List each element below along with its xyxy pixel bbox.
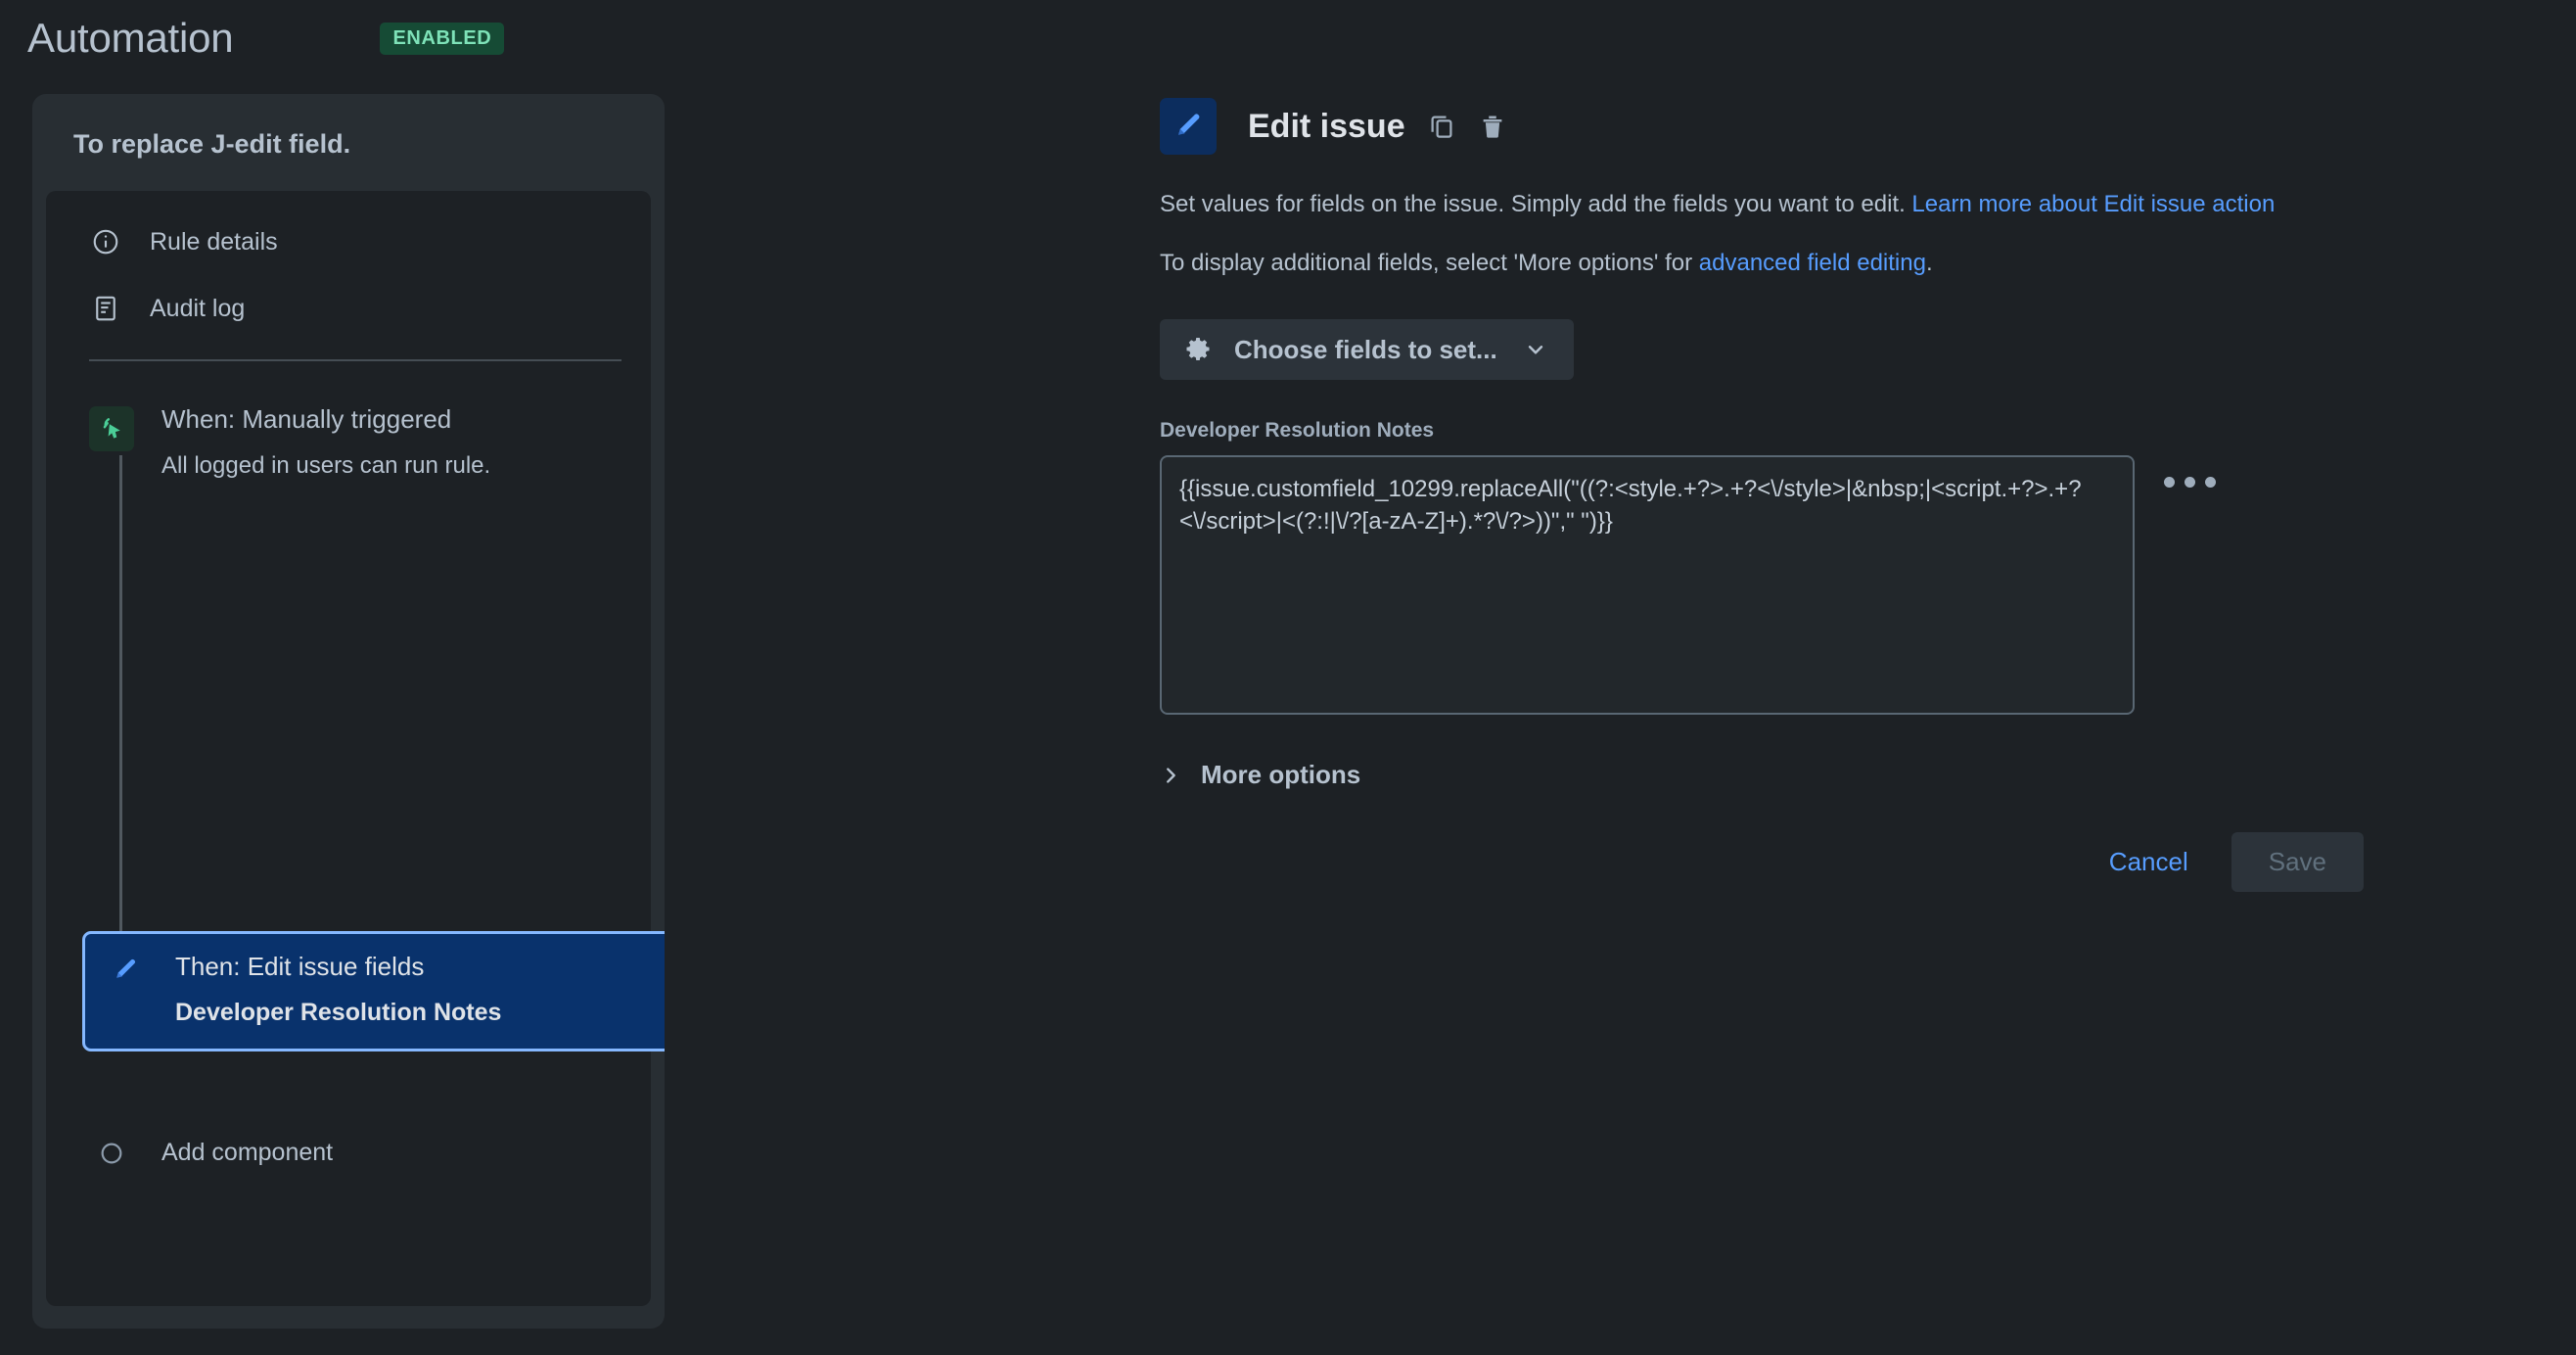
description-text: To display additional fields, select 'Mo… (1160, 250, 1699, 277)
rule-body: Rule details Audit log When: Manually tr… (46, 191, 665, 1306)
more-horizontal-icon[interactable] (2164, 477, 2216, 489)
sidebar-item-label: Rule details (150, 227, 278, 256)
document-list-icon (89, 292, 122, 325)
more-options-toggle[interactable]: More options (1160, 760, 1360, 790)
cursor-click-icon (89, 406, 134, 451)
chevron-down-icon (1523, 337, 1548, 362)
save-button[interactable]: Save (2231, 831, 2364, 892)
rule-tree: When: Manually triggered All logged in u… (46, 361, 665, 1166)
sidebar-item-rule-details[interactable]: Rule details (46, 209, 651, 275)
action-subtitle: Developer Resolution Notes (175, 999, 502, 1027)
field-row (1160, 455, 2452, 716)
trigger-title: When: Manually triggered (161, 404, 452, 434)
page-header: Automation ENABLED (0, 0, 2576, 76)
info-circle-icon (89, 225, 122, 258)
dot (2205, 477, 2216, 489)
rule-panel: To replace J-edit field. Rule details Au… (32, 94, 665, 1329)
more-options-label: More options (1201, 760, 1361, 790)
detail-header: Edit issue (1160, 98, 2452, 155)
tree-connector-line (119, 455, 122, 945)
cancel-button[interactable]: Cancel (2095, 835, 2202, 889)
action-detail-panel: Edit issue Set values for fields on the … (1160, 98, 2452, 892)
detail-title: Edit issue (1248, 107, 1405, 145)
page-title: Automation (27, 15, 234, 61)
rule-name: To replace J-edit field. (73, 129, 351, 159)
action-title: Then: Edit issue fields (175, 952, 425, 981)
status-badge: ENABLED (380, 22, 505, 55)
developer-resolution-notes-input[interactable] (1160, 455, 2135, 716)
description-text: Set values for fields on the issue. Simp… (1160, 191, 1912, 217)
field-label: Developer Resolution Notes (1160, 419, 1435, 443)
advanced-field-editing-link[interactable]: advanced field editing (1699, 250, 1926, 276)
trash-icon[interactable] (1478, 111, 1507, 142)
pencil-icon (1160, 98, 1217, 155)
trigger-subtitle: All logged in users can run rule. (161, 452, 491, 480)
learn-more-link[interactable]: Learn more about Edit issue action (1911, 191, 2275, 217)
rule-tree-action-selected[interactable]: Then: Edit issue fields Developer Resolu… (82, 931, 665, 1052)
description-line-1: Set values for fields on the issue. Simp… (1160, 188, 2349, 221)
choose-fields-button[interactable]: Choose fields to set... (1160, 319, 1574, 381)
rule-tree-trigger[interactable]: When: Manually triggered All logged in u… (46, 404, 651, 480)
description-period: . (1925, 250, 1933, 277)
description-line-2: To display additional fields, select 'Mo… (1160, 247, 2349, 280)
dot (2185, 477, 2195, 489)
automation-rule-editor: Automation ENABLED To replace J-edit fie… (0, 0, 2576, 1355)
circle-outline-icon (89, 1140, 134, 1167)
add-component-label: Add component (161, 1139, 334, 1166)
sidebar-item-label: Audit log (150, 294, 246, 322)
chevron-right-icon (1160, 765, 1181, 786)
sidebar-item-audit-log[interactable]: Audit log (46, 275, 651, 342)
pencil-icon (103, 952, 148, 1027)
form-footer: Cancel Save (1160, 831, 2364, 892)
add-component-button[interactable]: Add component (89, 1139, 333, 1167)
gear-icon (1183, 335, 1213, 364)
action-texts: Then: Edit issue fields Developer Resolu… (175, 952, 501, 1027)
choose-fields-label: Choose fields to set... (1234, 334, 1497, 364)
trigger-texts: When: Manually triggered All logged in u… (161, 404, 490, 480)
copy-icon[interactable] (1427, 111, 1456, 142)
dot (2164, 477, 2175, 489)
